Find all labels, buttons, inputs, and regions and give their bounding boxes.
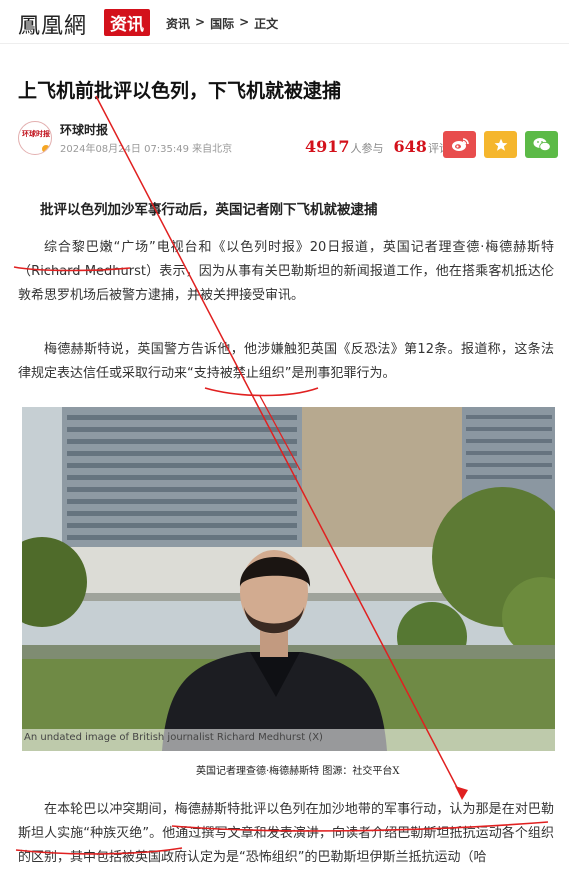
weibo-share-icon (451, 138, 469, 151)
breadcrumb-separator: > (195, 15, 206, 29)
comments-count[interactable]: 648 (394, 137, 427, 156)
news-channel-badge[interactable]: 资讯 (104, 9, 150, 36)
article-stats: 4917 人参与 648 评论 (305, 137, 450, 156)
breadcrumb-news[interactable]: 资讯 (166, 15, 190, 32)
article-paragraph-2: 梅德赫斯特说，英国警方告诉他，他涉嫌触犯英国《反恐法》第12条。报道称，这条法律… (18, 342, 554, 381)
article-title: 上飞机前批评以色列，下飞机就被逮捕 (18, 80, 342, 102)
participants-count: 4917 (305, 137, 350, 156)
favorite-button[interactable] (484, 131, 517, 158)
article-paragraph-3: 在本轮巴以冲突期间，梅德赫斯特批评以色列在加沙地带的军事行动，认为那是在对巴勒斯… (18, 802, 554, 865)
source-avatar-text: 环球时报 (22, 129, 50, 138)
star-icon (494, 138, 507, 151)
source-name[interactable]: 环球时报 (60, 121, 108, 138)
top-navigation-bar: 鳳凰網 资讯 资讯 > 国际 > 正文 (0, 0, 569, 44)
article-photo: An undated image of British journalist R… (22, 407, 555, 751)
journalist-photo-illustration (22, 407, 555, 751)
ifeng-logo[interactable]: 鳳凰網 (18, 8, 87, 40)
article-lead: 批评以色列加沙军事行动后，英国记者刚下飞机就被逮捕 (40, 202, 378, 218)
photo-caption-overlay: An undated image of British journalist R… (24, 732, 323, 743)
article-paragraph-1: 综合黎巴嫩“广场”电视台和《以色列时报》20日报道，英国记者理查德·梅德赫斯特（… (18, 240, 554, 303)
participants-label: 人参与 (350, 142, 384, 155)
breadcrumb: 资讯 > 国际 > 正文 (166, 15, 278, 32)
weibo-share-button[interactable] (443, 131, 476, 158)
source-avatar[interactable]: 环球时报 (18, 121, 52, 155)
breadcrumb-separator: > (239, 15, 250, 29)
photo-caption: 英国记者理查德·梅德赫斯特 图源：社交平台X (196, 766, 400, 777)
wechat-share-icon (533, 138, 551, 152)
wechat-share-button[interactable] (525, 131, 558, 158)
annotation-underline-banned-org (204, 387, 319, 397)
breadcrumb-article: 正文 (254, 17, 279, 31)
breadcrumb-international[interactable]: 国际 (210, 15, 234, 32)
verified-badge-icon (41, 144, 51, 154)
publish-date: 2024年08月24日 07:35:49 来自北京 (60, 144, 233, 155)
